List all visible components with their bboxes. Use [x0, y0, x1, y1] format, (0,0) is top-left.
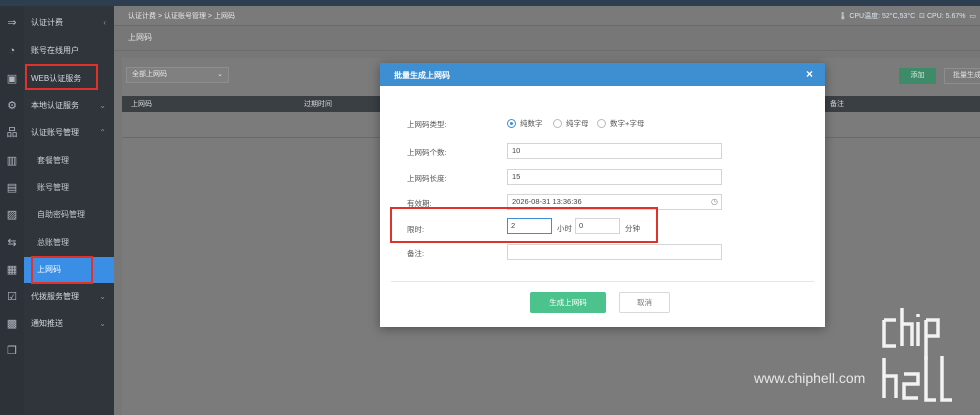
thermometer-icon: 🌡 [838, 13, 848, 20]
cancel-button[interactable]: 取消 [619, 292, 670, 313]
code-length-input[interactable]: 15 [507, 169, 722, 185]
highlight-box-web-auth [25, 64, 98, 90]
chevron-up-icon: ⌃ [99, 128, 106, 137]
sidebar-item-self-password[interactable]: 自助密码管理 [24, 202, 114, 228]
watermark-text: www.chiphell.com [754, 370, 866, 386]
radio-alpha[interactable]: 纯字母 [553, 118, 589, 130]
highlight-box-access-code [31, 256, 93, 284]
highlight-box-time-limit [390, 207, 658, 243]
sliders-icon[interactable]: ▥ [5, 154, 19, 168]
code-type-label: 上网码类型: [407, 120, 447, 129]
sidebar-item-notifications[interactable]: 通知推送 ⌄ [24, 311, 114, 337]
column-header: 上网码 [131, 101, 152, 108]
sidebar-item-packages[interactable]: 套餐管理 [24, 148, 114, 174]
chevron-down-icon: ⌄ [217, 71, 223, 78]
dashboard-icon[interactable]: ◔ [5, 44, 19, 58]
dialog-header: 批量生成上网码 × [380, 63, 825, 86]
generate-button[interactable]: 生成上网码 [530, 292, 606, 313]
note-label: 备注: [407, 249, 425, 258]
sidebar-item-accounts[interactable]: 账号管理 [24, 175, 114, 201]
sidebar-item-dial-service[interactable]: 代拨服务管理 ⌄ [24, 284, 114, 310]
cpu-icon: ⊡ [919, 13, 925, 20]
screen-icon[interactable]: ▤ [5, 181, 19, 195]
note-input[interactable] [507, 244, 722, 260]
code-count-input[interactable]: 10 [507, 143, 722, 159]
chiphell-logo [882, 308, 952, 402]
radio-checked-icon [507, 119, 516, 128]
apps-icon[interactable]: ▩ [5, 317, 19, 331]
header-bar: 认证计费 > 认证账号管理 > 上网码 🌡 CPU温度: 52°C,53°C ⊡… [114, 6, 980, 26]
sidebar-item-local-auth[interactable]: 本地认证服务 ⌄ [24, 93, 114, 119]
radio-unchecked-icon [553, 119, 562, 128]
page-title: 上网码 [128, 33, 152, 42]
sidebar-item-master-account[interactable]: 总账管理 [24, 230, 114, 256]
cpu-usage: CPU: 5.67% [926, 13, 966, 20]
filter-select[interactable]: 全部上网码 ⌄ [126, 67, 229, 83]
code-count-label: 上网码个数: [407, 148, 447, 157]
chevron-down-icon: ⌄ [99, 319, 106, 328]
dialog-title: 批量生成上网码 [394, 71, 450, 80]
monitor-icon[interactable]: ▣ [5, 72, 19, 86]
chevron-down-icon: ⌄ [99, 101, 106, 110]
column-header: 过期时间 [304, 101, 332, 108]
menu-collapse-icon[interactable]: ⇒ [5, 16, 19, 30]
transfer-icon[interactable]: ⇆ [5, 236, 19, 250]
cpu-temp: CPU温度: 52°C,53°C [849, 13, 916, 20]
add-button[interactable]: 添加 [899, 68, 936, 84]
clock-icon[interactable]: ◷ [711, 195, 718, 209]
batch-generate-button[interactable]: 批量生成 [944, 68, 980, 84]
breadcrumb: 认证计费 > 认证账号管理 > 上网码 [128, 13, 235, 20]
dialog-footer-divider [391, 281, 814, 282]
copy-icon[interactable]: ❐ [5, 344, 19, 358]
check-icon[interactable]: ☑ [5, 290, 19, 304]
close-icon[interactable]: × [806, 67, 813, 81]
radio-numeric[interactable]: 纯数字 [507, 118, 543, 130]
code-length-label: 上网码长度: [407, 174, 447, 183]
chevron-down-icon: ⌄ [99, 292, 106, 301]
system-status: 🌡 CPU温度: 52°C,53°C ⊡ CPU: 5.67% ▭ [838, 11, 976, 21]
divider [114, 50, 980, 51]
sidebar-item-billing[interactable]: 认证计费 ‹ [24, 10, 114, 36]
batch-generate-dialog: 批量生成上网码 × 上网码类型: 纯数字 纯字母 数字+字母 上网码个数: 10… [380, 63, 825, 327]
grid-icon[interactable]: ▦ [5, 263, 19, 277]
icon-rail: ⇒ ◔ ▣ ⚙ 品 ▥ ▤ ▨ ⇆ ▦ ☑ ▩ ❐ [0, 6, 24, 415]
sidebar-item-account-mgmt[interactable]: 认证账号管理 ⌃ [24, 120, 114, 146]
chevron-left-icon: ‹ [103, 18, 106, 27]
monitor-small-icon[interactable]: ▭ [969, 13, 976, 20]
radio-unchecked-icon [597, 119, 606, 128]
network-icon[interactable]: 品 [5, 126, 19, 140]
column-header: 备注 [830, 101, 844, 108]
sidebar-item-online-users[interactable]: 账号在线用户 [24, 38, 114, 64]
gear-icon[interactable]: ⚙ [5, 99, 19, 113]
radio-alphanumeric[interactable]: 数字+字母 [597, 118, 644, 130]
image-icon[interactable]: ▨ [5, 208, 19, 222]
